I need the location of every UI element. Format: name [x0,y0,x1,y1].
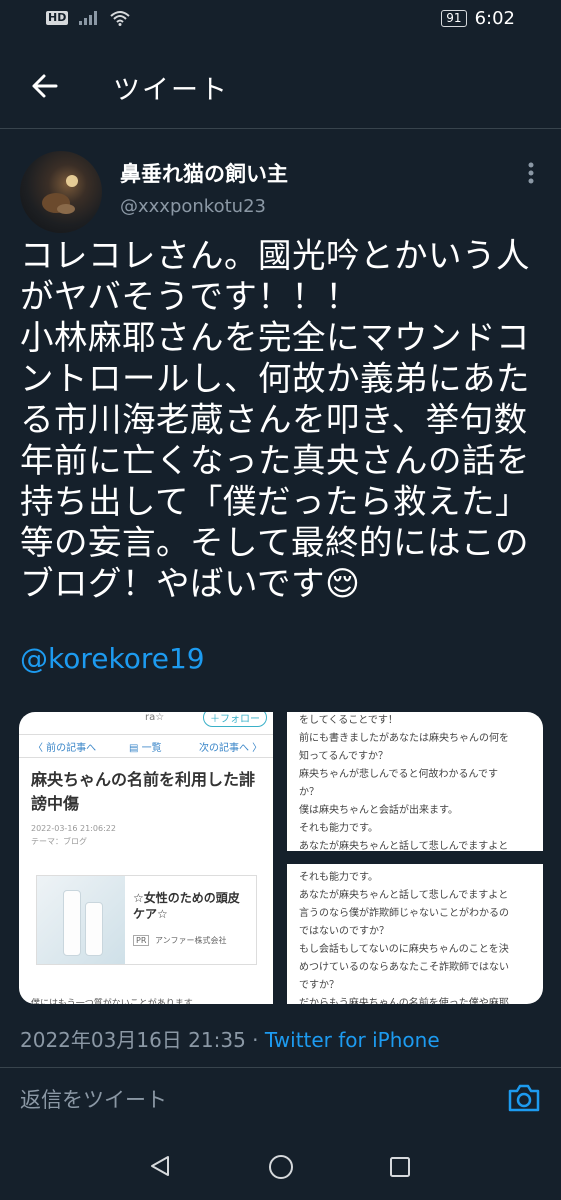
ad-title: ☆女性のための頭皮ケア☆ [133,891,240,921]
circle-home-icon [269,1155,293,1179]
clock: 6:02 [474,8,515,29]
media-image-left[interactable]: ra☆ ＋フォロー 〈 前の記事へ ▤ 一覧 次の記事へ 〉 麻央ちゃんの名前を… [19,712,273,1004]
text-line: あなたが麻央ちゃんと話して悲しんでますよと [299,841,509,851]
text-line: それも能力です。 [299,872,378,883]
ad-company: アンファー株式会社 [155,936,227,945]
square-recents-icon [390,1157,410,1177]
blog-nav: 〈 前の記事へ ▤ 一覧 次の記事へ 〉 [19,734,273,758]
text-line: か？ [299,787,319,798]
status-bar: HD 91 6:02 [0,0,561,42]
text-line: あなたが麻央ちゃんと話して悲しんでますよと [299,890,509,901]
text-line: 僕は麻央ちゃんと会話が出来ます。 [299,805,458,816]
nav-next: 次の記事へ 〉 [199,743,263,754]
text-line: もし会話もしてないのに麻央ちゃんのことを決 [299,944,509,955]
blog-ad: ☆女性のための頭皮ケア☆ PR アンファー株式会社 [36,875,257,965]
bottle-shape [85,902,103,956]
text-line: 前にも書きましたがあなたは麻央ちゃんの何を [299,733,509,744]
text-line: 言うのなら僕が詐欺師じゃないことがわかるの [299,908,509,919]
author-name[interactable]: 鼻垂れ猫の飼い主 [120,158,288,188]
tweet-text: コレコレさん。國光吟とかいう人 がヤバそうです！！！ 小林麻耶さんを完全にマウン… [20,236,530,603]
text-line: めつけているのならあなたこそ詐欺師ではない [299,962,509,973]
battery-icon: 91 [441,10,467,27]
wifi-icon [110,11,131,26]
nav-list: ▤ 一覧 [129,743,162,754]
tweet-meta: 2022年03月16日 21:35 · Twitter for iPhone [20,1024,440,1053]
blog-text-block: をしてくることです！ 前にも書きましたがあなたは麻央ちゃんの何を 知ってるんです… [299,712,539,851]
reply-bar: 返信をツイート [0,1067,561,1130]
author-handle[interactable]: @xxxponkotu23 [120,196,266,217]
text-line: 知ってるんですか？ [299,751,388,762]
camera-button[interactable] [506,1082,542,1114]
more-vertical-icon [528,162,534,184]
media-grid: ra☆ ＋フォロー 〈 前の記事へ ▤ 一覧 次の記事へ 〉 麻央ちゃんの名前を… [19,712,543,1004]
back-arrow-icon [32,74,58,98]
text-line: 麻央ちゃんが悲しんでると何故わかるんです [299,769,498,780]
text-line: それも能力です。 [299,823,378,834]
system-home-button[interactable] [268,1154,294,1180]
reply-input[interactable]: 返信をツイート [20,1084,167,1114]
status-right: 91 6:02 [441,8,515,29]
blog-theme: テーマ：ブログ [31,837,87,846]
meta-separator: · [245,1028,265,1052]
page-title: ツイート [113,75,229,106]
blog-date: 2022-03-16 21:06:22 [31,824,116,833]
avatar[interactable] [20,151,102,233]
avatar-photo [42,175,78,214]
bottle-shape [63,890,81,956]
more-options-button[interactable] [516,158,546,188]
mention-link[interactable]: @korekore19 [20,642,205,675]
blog-title: 麻央ちゃんの名前を利用した誹謗中傷 [31,770,256,813]
hd-indicator: HD [46,11,69,25]
media-image-right-top[interactable]: をしてくることです！ 前にも書きましたがあなたは麻央ちゃんの何を 知ってるんです… [287,712,543,851]
text-line: ではないのですか？ [299,926,389,937]
system-back-button[interactable] [148,1154,172,1178]
tweet-source[interactable]: Twitter for iPhone [265,1028,440,1052]
blog-text-block: それも能力です。 あなたが麻央ちゃんと話して悲しんでますよと 言うのなら僕が詐欺… [299,869,539,1004]
signal-icon [79,11,98,25]
pr-badge: PR [133,935,150,946]
nav-prev: 〈 前の記事へ [33,743,97,754]
media-image-right-bottom[interactable]: それも能力です。 あなたが麻央ちゃんと話して悲しんでますよと 言うのなら僕が詐欺… [287,864,543,1004]
camera-icon [508,1084,540,1112]
tweet-timestamp[interactable]: 2022年03月16日 21:35 [20,1028,246,1052]
blog-top-fragment: ra☆ ＋フォロー [19,712,273,730]
top-bar: ツイート [0,42,561,129]
triangle-back-icon [151,1156,169,1176]
system-recents-button[interactable] [388,1155,412,1179]
text-line: ですか？ [299,980,339,991]
back-button[interactable] [26,66,66,106]
ad-product-image [37,876,125,964]
follow-pill: ＋フォロー [203,712,267,727]
text-line: をしてくることです！ [299,715,398,726]
status-left: HD [46,10,131,26]
blog-bottom-fragment: 僕にはもう一つ質がないことがあります [31,999,193,1004]
text-line: だからもう麻央ちゃんの名前を使った僕や麻耶 [299,998,509,1004]
system-nav-bar [0,1130,561,1200]
